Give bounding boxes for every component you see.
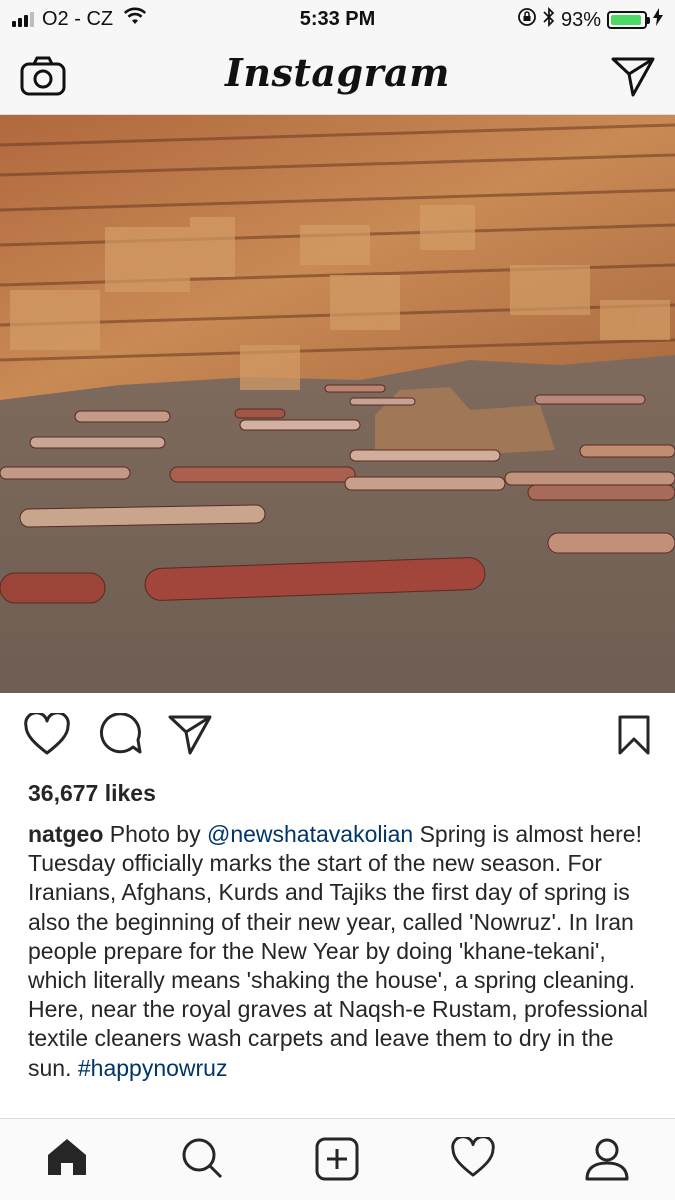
direct-send-icon[interactable] — [611, 55, 655, 102]
comment-icon[interactable] — [98, 712, 142, 760]
battery-icon — [607, 11, 650, 29]
home-icon[interactable] — [46, 1137, 88, 1182]
post-actions — [0, 693, 675, 773]
photo-credit-link[interactable]: @newshatavakolian — [207, 821, 413, 847]
caption-username[interactable]: natgeo — [28, 821, 103, 847]
orientation-lock-icon — [517, 7, 537, 33]
add-post-icon[interactable] — [315, 1137, 359, 1186]
post-photo[interactable] — [0, 115, 675, 693]
top-nav: Instagram — [0, 40, 675, 115]
bookmark-icon[interactable] — [617, 715, 651, 760]
status-bar: O2 - CZ 5:33 PM 93% — [0, 0, 675, 40]
caption-prefix: Photo by — [109, 821, 201, 847]
activity-heart-icon[interactable] — [451, 1135, 495, 1182]
search-icon[interactable] — [181, 1137, 223, 1184]
charging-icon — [653, 8, 663, 32]
battery-percent: 93% — [560, 8, 601, 31]
likes-count[interactable]: 36,677 likes — [28, 780, 156, 807]
heart-icon[interactable] — [24, 711, 70, 760]
bottom-tab-bar — [0, 1118, 675, 1200]
share-icon[interactable] — [168, 713, 212, 760]
status-right: 93% — [517, 6, 663, 33]
caption-body: Spring is almost here! Tuesday officiall… — [28, 821, 649, 1081]
post-caption: natgeo Photo by @newshatavakolian Spring… — [28, 820, 653, 1110]
hashtag-link[interactable]: #happynowruz — [78, 1055, 228, 1081]
instagram-logo: Instagram — [225, 50, 450, 95]
bluetooth-icon — [543, 6, 555, 33]
profile-icon[interactable] — [585, 1137, 629, 1186]
